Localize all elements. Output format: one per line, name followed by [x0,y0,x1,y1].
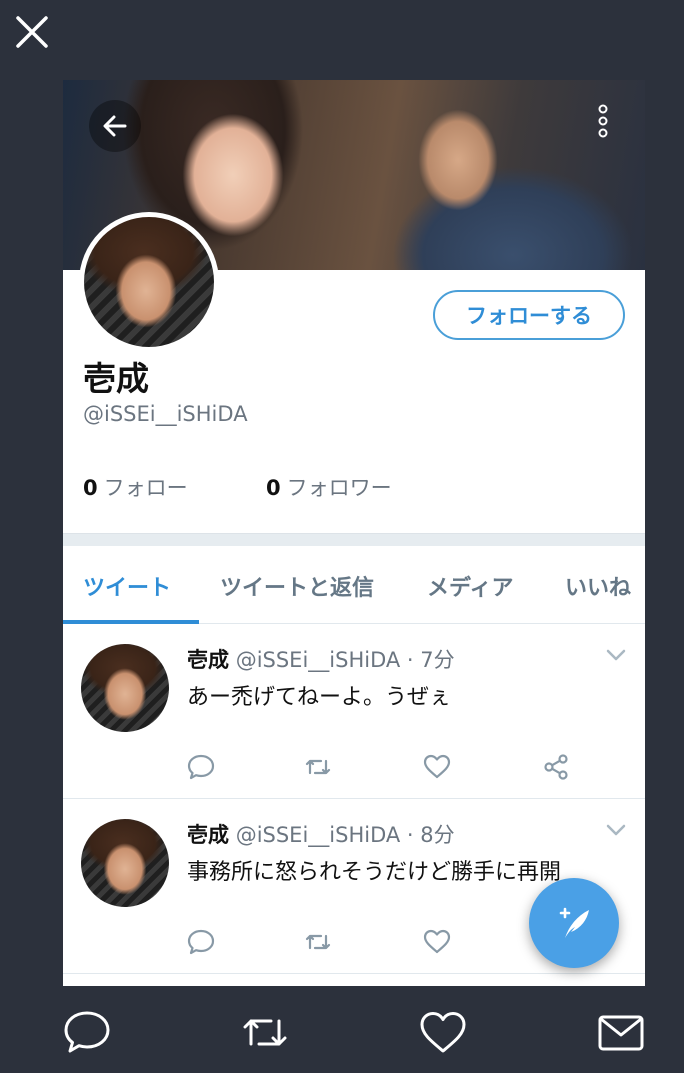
following-count: 0 [83,476,98,500]
section-divider [63,533,645,546]
profile-avatar[interactable] [79,212,219,352]
tab-tweets[interactable]: ツイート [83,570,171,602]
retweet-icon[interactable] [303,752,333,782]
tweet-header: 壱成 @iSSEi__iSHiDA · 8分 [187,819,455,849]
tweet-author-name: 壱成 [187,823,229,847]
chevron-down-icon[interactable] [605,823,627,837]
reply-icon[interactable] [186,927,216,957]
tab-likes[interactable]: いいね [565,570,631,602]
share-icon[interactable] [541,752,571,782]
close-button[interactable] [12,12,52,52]
followers-stat[interactable]: 0 フォロワー [266,472,392,502]
compose-quill-icon [559,907,589,938]
tab-media[interactable]: メディア [427,570,513,602]
profile-tabs: ツイート ツイートと返信 メディア いいね [63,546,645,624]
reply-icon[interactable] [186,752,216,782]
tweet-item[interactable]: 壱成 @iSSEi__iSHiDA · 7分 あー禿げてねーよ。うぜぇ [63,624,645,799]
follow-button[interactable]: フォローする [433,290,625,340]
tweet-separator: · [400,823,421,847]
user-handle: @iSSEi__iSHiDA [83,402,248,426]
tweet-author-name: 壱成 [187,648,229,672]
reply-icon[interactable] [62,1008,112,1058]
followers-label: フォロワー [286,476,392,500]
avatar-image [84,217,214,347]
mail-icon[interactable] [596,1008,646,1058]
tweet-author-handle: @iSSEi__iSHiDA [235,648,401,672]
tweet-separator: · [400,648,421,672]
tweet-avatar[interactable] [81,819,169,907]
tweet-text: 事務所に怒られそうだけど勝手に再開 [187,860,562,885]
heart-icon[interactable] [422,927,452,957]
following-label: フォロー [103,476,188,500]
chevron-down-icon[interactable] [605,648,627,662]
back-button[interactable] [89,100,141,152]
retweet-icon[interactable] [303,927,333,957]
following-stat[interactable]: 0 フォロー [83,472,188,502]
profile-card: フォローする 壱成 @iSSEi__iSHiDA 0 フォロー 0 フォロワー ツイ… [63,80,645,986]
compose-tweet-button[interactable] [529,878,619,968]
heart-icon[interactable] [422,752,452,782]
close-icon [16,16,48,48]
tab-tweets-and-replies[interactable]: ツイートと返信 [220,570,374,602]
tweet-header: 壱成 @iSSEi__iSHiDA · 7分 [187,644,455,674]
heart-icon[interactable] [418,1008,468,1058]
retweet-icon[interactable] [240,1008,290,1058]
followers-count: 0 [266,476,281,500]
display-name: 壱成 [83,359,149,398]
tweet-avatar[interactable] [81,644,169,732]
tweet-time: 7分 [420,648,455,672]
tweet-author-handle: @iSSEi__iSHiDA [235,823,401,847]
arrow-left-icon [103,115,127,137]
more-vertical-icon [598,104,608,138]
more-options-button[interactable] [593,102,613,142]
tweet-time: 8分 [420,823,455,847]
tweet-text: あー禿げてねーよ。うぜぇ [187,685,452,710]
